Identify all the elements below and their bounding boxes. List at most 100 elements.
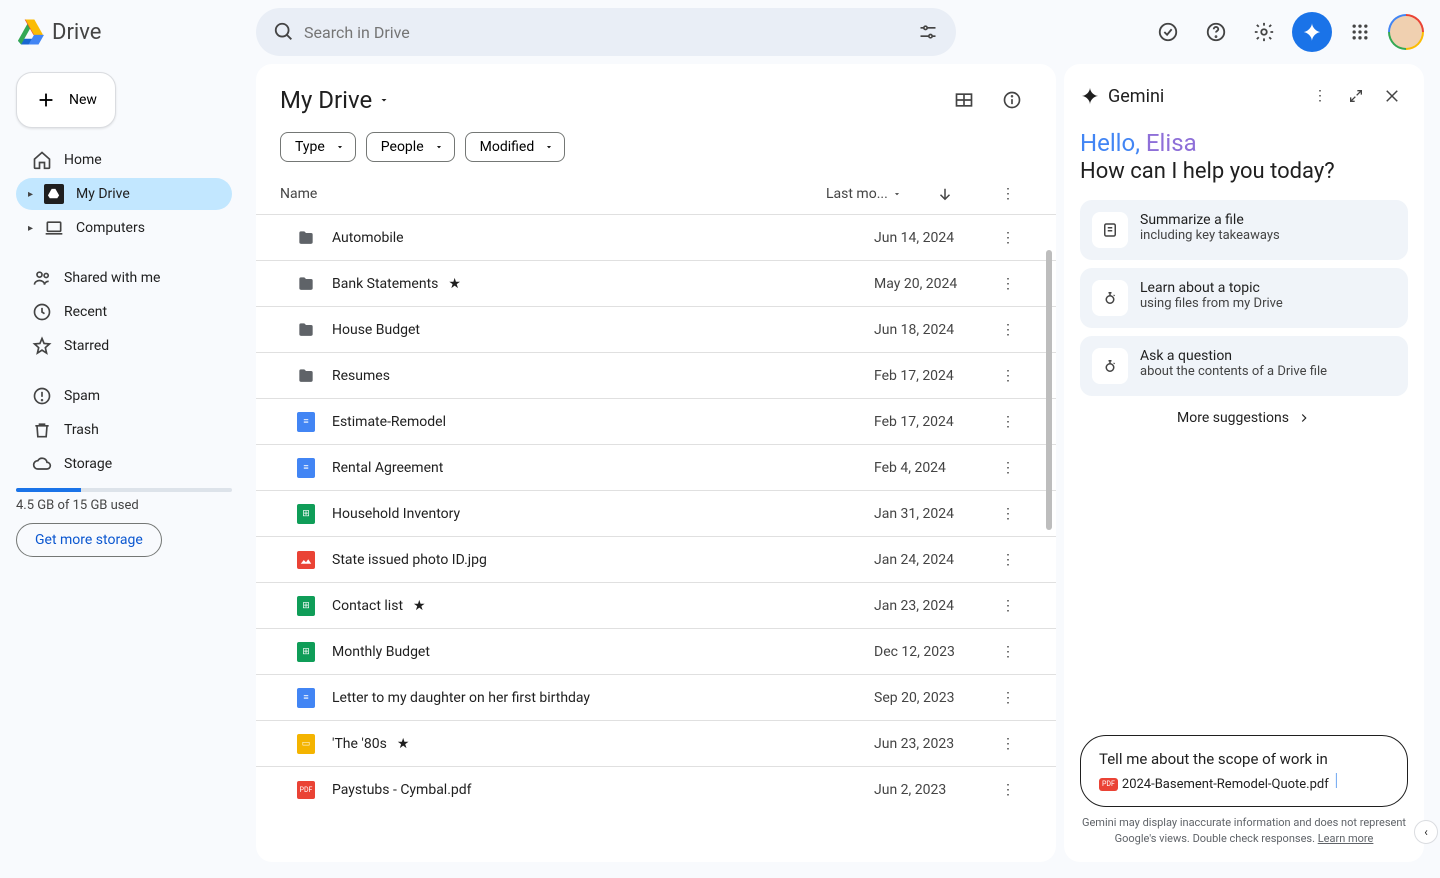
caret-down-icon (434, 142, 444, 152)
expand-icon[interactable] (1340, 80, 1372, 112)
account-avatar[interactable] (1388, 14, 1424, 50)
row-menu-button[interactable]: ⋮ (984, 368, 1032, 384)
row-menu-button[interactable]: ⋮ (984, 460, 1032, 476)
row-menu-button[interactable]: ⋮ (984, 414, 1032, 430)
row-menu-button[interactable]: ⋮ (984, 690, 1032, 706)
suggestion-card[interactable]: Ask a questionabout the contents of a Dr… (1080, 336, 1408, 396)
new-button[interactable]: New (16, 72, 116, 128)
suggestion-title: Ask a question (1140, 348, 1327, 364)
row-menu-button[interactable]: ⋮ (984, 230, 1032, 246)
suggestion-sub: using files from my Drive (1140, 296, 1283, 311)
breadcrumb[interactable]: My Drive (280, 86, 390, 114)
settings-icon[interactable] (1244, 12, 1284, 52)
gemini-file-chip[interactable]: PDF2024-Basement-Remodel-Quote.pdf (1099, 775, 1329, 795)
suggestion-icon (1092, 280, 1128, 316)
search-input[interactable] (304, 23, 908, 42)
logo-area[interactable]: Drive (16, 18, 248, 46)
table-row[interactable]: ⊞Monthly BudgetDec 12, 2023⋮ (256, 628, 1056, 674)
file-modified: Jan 24, 2024 (874, 552, 984, 568)
table-row[interactable]: PDFPaystubs - Cymbal.pdfJun 2, 2023⋮ (256, 766, 1056, 812)
nav-home[interactable]: Home (16, 144, 232, 176)
file-name: Paystubs - Cymbal.pdf (332, 782, 874, 798)
gemini-input[interactable]: Tell me about the scope of work in PDF20… (1080, 735, 1408, 808)
table-row[interactable]: ≡Letter to my daughter on her first birt… (256, 674, 1056, 720)
star-icon: ★ (448, 276, 461, 292)
nav-starred[interactable]: Starred (16, 330, 232, 362)
row-menu-button[interactable]: ⋮ (984, 736, 1032, 752)
table-row[interactable]: ⊞Household InventoryJan 31, 2024⋮ (256, 490, 1056, 536)
layout-toggle-icon[interactable] (944, 80, 984, 120)
row-menu-button[interactable]: ⋮ (984, 644, 1032, 660)
row-menu-button[interactable]: ⋮ (984, 552, 1032, 568)
table-row[interactable]: ⊞Contact list★Jan 23, 2024⋮ (256, 582, 1056, 628)
nav-shared[interactable]: Shared with me (16, 262, 232, 294)
help-icon[interactable] (1196, 12, 1236, 52)
header: Drive (0, 0, 1440, 64)
nav-my-drive[interactable]: My Drive (16, 178, 232, 210)
close-icon[interactable] (1376, 80, 1408, 112)
table-row[interactable]: Bank Statements★May 20, 2024⋮ (256, 260, 1056, 306)
suggestion-card[interactable]: Learn about a topicusing files from my D… (1080, 268, 1408, 328)
sort-direction-icon[interactable] (936, 185, 984, 203)
suggestion-card[interactable]: Summarize a fileincluding key takeaways (1080, 200, 1408, 260)
get-storage-button[interactable]: Get more storage (16, 523, 162, 557)
file-modified: Feb 17, 2024 (874, 414, 984, 430)
gemini-toggle-button[interactable] (1292, 12, 1332, 52)
filter-type[interactable]: Type (280, 132, 356, 162)
nav-label: Shared with me (64, 270, 160, 286)
search-options-icon[interactable] (908, 12, 948, 52)
col-modified[interactable]: Last mo... (826, 186, 936, 202)
gemini-menu-icon[interactable]: ⋮ (1304, 80, 1336, 112)
page-title: My Drive (280, 86, 372, 114)
file-type-icon: ⊞ (296, 504, 316, 524)
table-row[interactable]: ResumesFeb 17, 2024⋮ (256, 352, 1056, 398)
nav-storage[interactable]: Storage (16, 448, 232, 480)
nav-recent[interactable]: Recent (16, 296, 232, 328)
file-modified: May 20, 2024 (874, 276, 984, 292)
search-icon[interactable] (264, 12, 304, 52)
offline-ready-icon[interactable] (1148, 12, 1188, 52)
row-menu-button[interactable]: ⋮ (984, 782, 1032, 798)
suggestion-title: Learn about a topic (1140, 280, 1283, 296)
col-menu-icon[interactable]: ⋮ (984, 186, 1032, 202)
file-name: Estimate-Remodel (332, 414, 874, 430)
filter-modified[interactable]: Modified (465, 132, 566, 162)
nav-spam[interactable]: Spam (16, 380, 232, 412)
file-name: Letter to my daughter on her first birth… (332, 690, 874, 706)
table-row[interactable]: ▭'The '80s★Jun 23, 2023⋮ (256, 720, 1056, 766)
file-name: Monthly Budget (332, 644, 874, 660)
gemini-subtitle: How can I help you today? (1080, 159, 1408, 184)
row-menu-button[interactable]: ⋮ (984, 506, 1032, 522)
collapse-sidepanel-button[interactable]: ‹ (1414, 820, 1438, 844)
learn-more-link[interactable]: Learn more (1318, 832, 1374, 845)
table-row[interactable]: AutomobileJun 14, 2024⋮ (256, 214, 1056, 260)
suggestion-icon (1092, 212, 1128, 248)
more-suggestions-button[interactable]: More suggestions (1080, 396, 1408, 440)
gemini-input-text: Tell me about the scope of work in (1099, 750, 1328, 768)
file-type-icon: ⊞ (296, 642, 316, 662)
file-type-icon: PDF (296, 780, 316, 800)
table-row[interactable]: State issued photo ID.jpgJan 24, 2024⋮ (256, 536, 1056, 582)
clock-icon (32, 302, 52, 322)
scrollbar-thumb[interactable] (1046, 250, 1052, 530)
table-row[interactable]: ≡Rental AgreementFeb 4, 2024⋮ (256, 444, 1056, 490)
nav-label: Computers (76, 220, 145, 236)
row-menu-button[interactable]: ⋮ (984, 276, 1032, 292)
table-row[interactable]: House BudgetJun 18, 2024⋮ (256, 306, 1056, 352)
gemini-header: Gemini ⋮ (1080, 80, 1408, 112)
row-menu-button[interactable]: ⋮ (984, 322, 1032, 338)
filter-people[interactable]: People (366, 132, 455, 162)
file-name: House Budget (332, 322, 874, 338)
search-bar[interactable] (256, 8, 956, 56)
nav-computers[interactable]: Computers (16, 212, 232, 244)
col-name[interactable]: Name (280, 186, 826, 202)
info-icon[interactable] (992, 80, 1032, 120)
file-list[interactable]: AutomobileJun 14, 2024⋮Bank Statements★M… (256, 214, 1056, 862)
nav-trash[interactable]: Trash (16, 414, 232, 446)
gemini-footer: Tell me about the scope of work in PDF20… (1080, 735, 1408, 846)
table-row[interactable]: ≡Estimate-RemodelFeb 17, 2024⋮ (256, 398, 1056, 444)
apps-icon[interactable] (1340, 12, 1380, 52)
row-menu-button[interactable]: ⋮ (984, 598, 1032, 614)
app-name: Drive (52, 20, 101, 45)
plus-icon (35, 89, 57, 111)
